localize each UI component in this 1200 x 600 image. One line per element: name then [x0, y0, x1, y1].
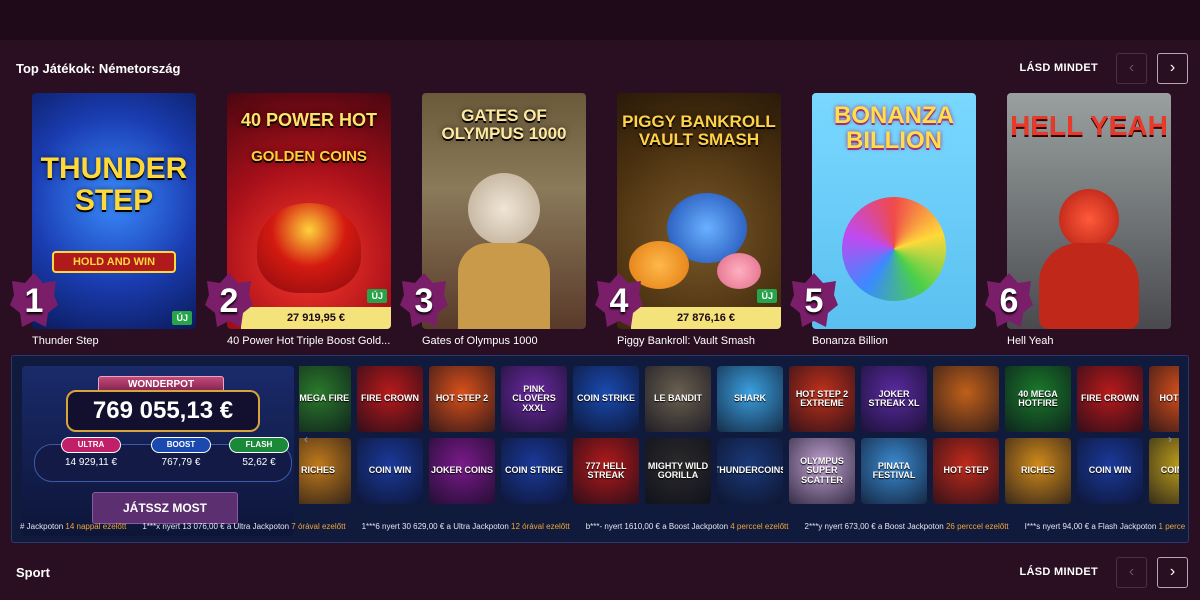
game-art-subtitle: HOLD AND WIN — [52, 251, 176, 273]
game-art-title: GATES OF OLYMPUS 1000 — [441, 106, 567, 143]
game-tile[interactable]: FIRE CROWN — [357, 366, 423, 432]
ticker-item: 1***x nyert 13 076,00 € a Ultra Jackpoto… — [142, 522, 346, 531]
game-tile[interactable]: LE BANDIT — [645, 366, 711, 432]
game-tile[interactable]: MIGHTY WILD GORILLA — [645, 438, 711, 504]
game-tile[interactable]: COIN STRIKE — [573, 366, 639, 432]
flash-value: 52,62 € — [242, 457, 276, 468]
rank-badge: 3 — [400, 273, 448, 329]
see-all-link[interactable]: LÁSD MINDET — [1020, 566, 1098, 578]
game-tile[interactable]: FIRE CROWN — [1077, 366, 1143, 432]
jackpot-amount: 27 876,16 € — [631, 307, 781, 329]
game-tile[interactable]: THUNDERCOINS — [717, 438, 783, 504]
play-now-button[interactable]: JÁTSSZ MOST — [92, 492, 238, 524]
chevron-left-icon: ‹ — [1128, 563, 1135, 580]
game-tile[interactable]: COIN WIN — [1149, 438, 1179, 504]
sport-header: Sport LÁSD MINDET ‹ › — [16, 555, 1188, 589]
game-tile[interactable]: RICHES — [299, 438, 351, 504]
game-tile[interactable]: PINATA FESTIVAL — [861, 438, 927, 504]
ticker-item: 2***y nyert 673,00 € a Boost Jackpoton 2… — [804, 522, 1009, 531]
game-art-title: 40 POWER HOT — [240, 110, 378, 130]
winners-ticker: # Jackpoton 14 nappal ezelőtt 1***x nyert… — [20, 522, 1188, 536]
game-tile[interactable]: JOKER STREAK XL — [861, 366, 927, 432]
game-tile[interactable]: 40 MEGA FIRE — [299, 366, 351, 432]
game-tile[interactable]: 777 HELL STREAK — [573, 438, 639, 504]
candy-wheel-icon — [842, 197, 946, 301]
game-tile[interactable]: HOT STEP 2 — [429, 366, 495, 432]
game-tile[interactable] — [933, 366, 999, 432]
wonderpot-section: WONDERPOT 769 055,13 € ULTRA BOOST FLASH… — [11, 355, 1189, 543]
devil-body-icon — [1039, 243, 1139, 329]
game-tile[interactable]: COIN WIN — [357, 438, 423, 504]
game-tile[interactable]: PINK CLOVERS XXXL — [501, 366, 567, 432]
wonderpot-games-grid: 40 MEGA FIREFIRE CROWNHOT STEP 2PINK CLO… — [299, 366, 1179, 510]
chevron-right-icon[interactable]: › — [1168, 432, 1172, 446]
ultra-tag: ULTRA — [61, 437, 121, 453]
boost-tag: BOOST — [151, 437, 211, 453]
pink-pig-icon — [717, 253, 761, 289]
game-art-subtitle: GOLDEN COINS — [251, 148, 367, 165]
chevron-right-icon: › — [1169, 59, 1176, 76]
pot-icon — [257, 203, 361, 293]
rank-badge: 5 — [790, 273, 838, 329]
devil-icon — [1059, 189, 1119, 249]
flash-tag: FLASH — [229, 437, 289, 453]
game-tile[interactable]: SHARK — [717, 366, 783, 432]
next-button[interactable]: › — [1157, 556, 1188, 588]
rank-badge: 4 — [595, 273, 643, 329]
top-strip — [0, 0, 1200, 40]
chevron-right-icon: › — [1169, 563, 1176, 580]
ticker-item: I***s nyert 94,00 € a Flash Jackpoton 1 … — [1024, 522, 1186, 531]
section-title: Top Játékok: Németország — [16, 60, 181, 76]
game-name[interactable]: Gates of Olympus 1000 — [422, 335, 586, 347]
game-tile[interactable]: COIN WIN — [1077, 438, 1143, 504]
game-tile[interactable]: HOT STEP 2 EXTREME — [789, 366, 855, 432]
game-name[interactable]: Bonanza Billion — [812, 335, 976, 347]
wonderpot-panel: WONDERPOT 769 055,13 € ULTRA BOOST FLASH… — [22, 366, 294, 536]
top-games-header: Top Játékok: Németország LÁSD MINDET ‹ › — [16, 51, 1188, 85]
game-tile[interactable]: RICHES — [1005, 438, 1071, 504]
chevron-left-icon[interactable]: ‹ — [304, 432, 308, 446]
game-name[interactable]: Hell Yeah — [1007, 335, 1171, 347]
game-art-title: THUNDER STEP — [40, 152, 188, 217]
chevron-left-icon: ‹ — [1128, 59, 1135, 76]
rank-badge: 1 — [10, 273, 58, 329]
game-tile[interactable]: OLYMPUS SUPER SCATTER — [789, 438, 855, 504]
game-art-title: BONANZA BILLION — [834, 102, 954, 155]
game-tile[interactable]: JOKER COINS — [429, 438, 495, 504]
game-name[interactable]: Thunder Step — [32, 335, 196, 347]
rank-badge: 6 — [985, 273, 1033, 329]
boost-value: 767,79 € — [161, 457, 201, 468]
see-all-link[interactable]: LÁSD MINDET — [1020, 62, 1098, 74]
ultra-value: 14 929,11 € — [64, 457, 118, 468]
new-badge: ÚJ — [757, 289, 777, 303]
new-badge: ÚJ — [172, 311, 192, 325]
game-name[interactable]: Piggy Bankroll: Vault Smash — [617, 335, 781, 347]
section-title: Sport — [16, 564, 50, 580]
jackpot-tiers: ULTRA BOOST FLASH 14 929,11 € 767,79 € 5… — [34, 437, 292, 482]
next-button[interactable]: › — [1157, 52, 1188, 84]
game-tile[interactable]: HOT STEP — [1149, 366, 1179, 432]
game-art-title: PIGGY BANKROLL VAULT SMASH — [622, 112, 776, 149]
game-tile[interactable]: HOT STEP — [933, 438, 999, 504]
wonderpot-amount: 769 055,13 € — [66, 390, 260, 432]
new-badge: ÚJ — [367, 289, 387, 303]
ticker-item: # Jackpoton 14 nappal ezelőtt — [20, 522, 127, 531]
game-art-title: HELL YEAH — [1010, 110, 1168, 141]
jackpot-amount: 27 919,95 € — [241, 307, 391, 329]
game-tile[interactable]: 40 MEGA HOTFIRE — [1005, 366, 1071, 432]
prev-button[interactable]: ‹ — [1116, 52, 1147, 84]
zeus-icon — [468, 173, 540, 245]
ticker-item: 1***6 nyert 30 629,00 € a Ultra Jackpoto… — [361, 522, 570, 531]
ticker-item: b***- nyert 1610,00 € a Boost Jackpoton … — [585, 522, 789, 531]
zeus-body-icon — [458, 243, 550, 329]
rank-badge: 2 — [205, 273, 253, 329]
game-name[interactable]: 40 Power Hot Triple Boost Gold... — [227, 335, 391, 347]
prev-button[interactable]: ‹ — [1116, 556, 1147, 588]
game-tile[interactable]: COIN STRIKE — [501, 438, 567, 504]
